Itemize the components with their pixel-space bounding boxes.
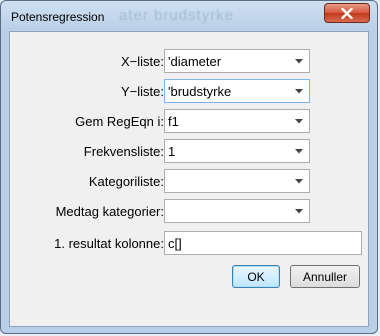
chevron-down-icon[interactable]	[290, 201, 308, 221]
freq-list-label: Frekvensliste:	[83, 144, 164, 159]
chevron-down-icon[interactable]	[290, 81, 308, 101]
close-button[interactable]	[324, 3, 370, 23]
x-list-dropdown[interactable]: 'diameter	[164, 49, 310, 73]
freq-list-dropdown[interactable]: 1	[164, 139, 310, 163]
y-list-value: 'brudstyrke	[168, 84, 232, 99]
chevron-down-icon[interactable]	[290, 171, 308, 191]
include-categories-label: Medtag kategorier:	[55, 204, 164, 219]
chevron-down-icon[interactable]	[290, 141, 308, 161]
y-list-label: Y−liste:	[121, 84, 164, 99]
window-title: Potensregression	[11, 10, 105, 24]
save-regeqn-dropdown[interactable]: f1	[164, 109, 310, 133]
title-bar[interactable]: Potensregression ater brudstyrke	[1, 1, 377, 31]
save-regeqn-label: Gem RegEqn i:	[75, 114, 164, 129]
y-list-dropdown[interactable]: 'brudstyrke	[164, 79, 310, 103]
first-result-column-input[interactable]: c[]	[164, 231, 362, 255]
background-ghost-text: ater brudstyrke	[119, 7, 235, 24]
x-list-label: X−liste:	[121, 54, 164, 69]
freq-list-value: 1	[168, 144, 176, 159]
save-regeqn-value: f1	[168, 114, 179, 129]
category-list-dropdown[interactable]	[164, 169, 310, 193]
first-result-column-value: c[]	[168, 236, 182, 251]
first-result-column-row: 1. resultat kolonne: c[]	[10, 231, 370, 255]
category-list-row: Kategoriliste:	[10, 169, 370, 193]
x-list-row: X−liste: 'diameter	[10, 49, 370, 73]
first-result-column-label: 1. resultat kolonne:	[54, 236, 164, 251]
x-list-value: 'diameter	[168, 54, 222, 69]
ok-button[interactable]: OK	[232, 265, 280, 288]
chevron-down-icon[interactable]	[290, 111, 308, 131]
close-icon	[341, 7, 353, 19]
category-list-label: Kategoriliste:	[88, 174, 164, 189]
save-regeqn-row: Gem RegEqn i: f1	[10, 109, 370, 133]
dialog-body: X−liste: 'diameter Y−liste: 'brudstyrke …	[9, 31, 369, 327]
y-list-row: Y−liste: 'brudstyrke	[10, 79, 370, 103]
chevron-down-icon[interactable]	[290, 51, 308, 71]
include-categories-row: Medtag kategorier:	[10, 199, 370, 223]
include-categories-dropdown[interactable]	[164, 199, 310, 223]
freq-list-row: Frekvensliste: 1	[10, 139, 370, 163]
cancel-button[interactable]: Annuller	[290, 265, 360, 288]
dialog-window: Potensregression ater brudstyrke X−liste…	[0, 0, 378, 334]
button-row: OK Annuller	[10, 265, 370, 289]
